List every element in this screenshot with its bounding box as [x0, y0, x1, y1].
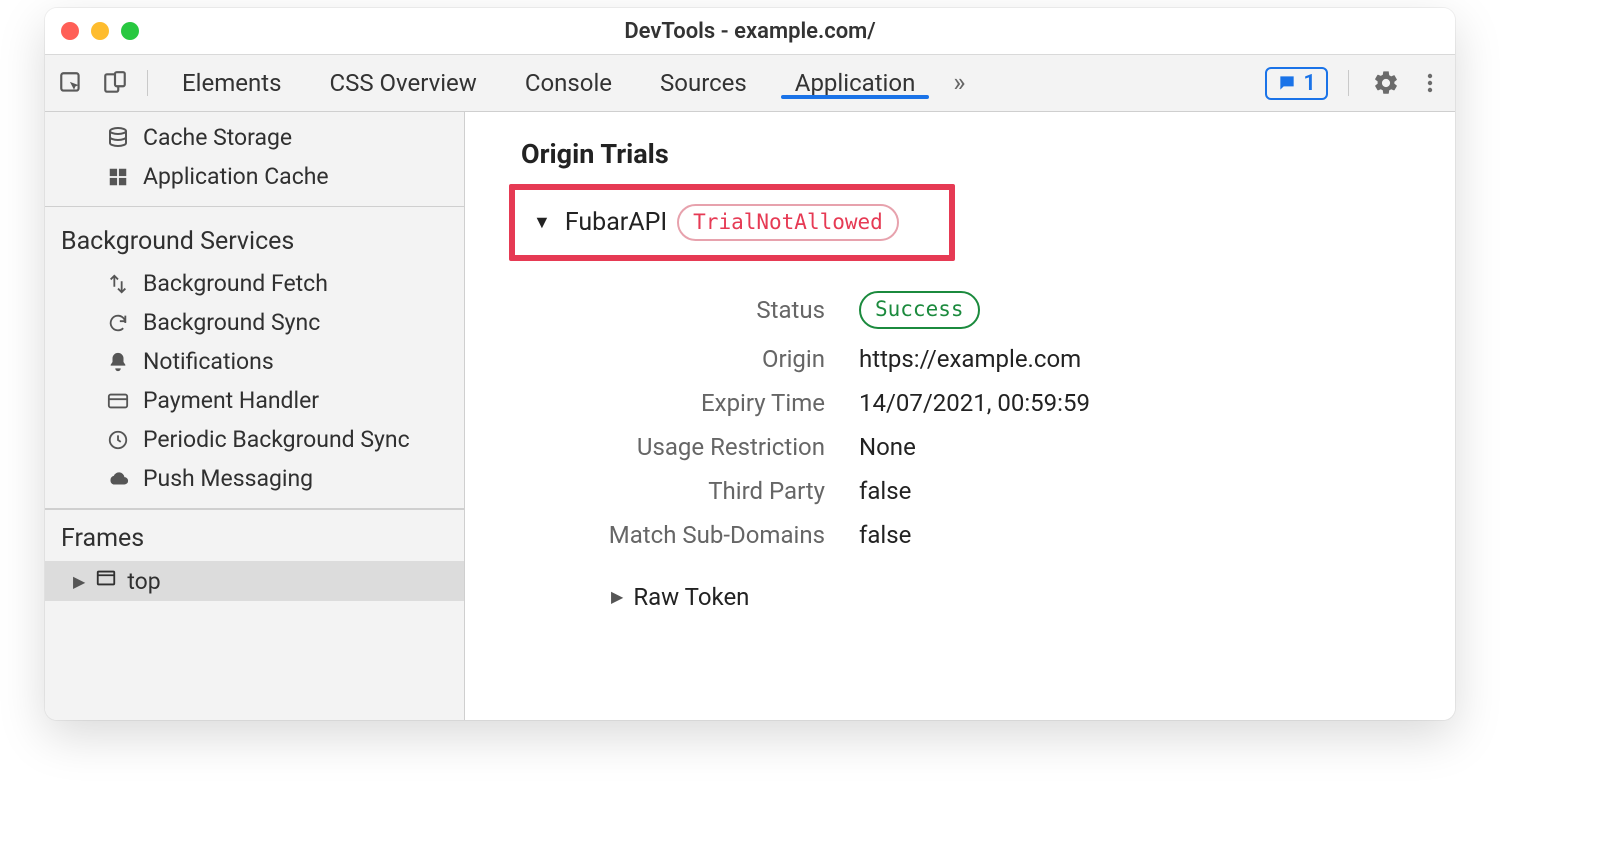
detail-value: 14/07/2021, 00:59:59: [859, 389, 1090, 417]
sidebar-item-label: Background Sync: [143, 309, 320, 336]
detail-value: https://example.com: [859, 345, 1081, 373]
transfer-icon: [105, 271, 131, 297]
issues-badge[interactable]: 1: [1265, 67, 1328, 100]
sidebar-bg-services-group: Background Services Background Fetch Bac…: [45, 207, 464, 509]
cloud-icon: [105, 466, 131, 492]
detail-row-subdomains: Match Sub-Domains false: [525, 521, 1425, 549]
application-main-panel: Origin Trials ▼ FubarAPI TrialNotAllowed…: [465, 112, 1455, 720]
sidebar-item-push-messaging[interactable]: Push Messaging: [45, 459, 464, 498]
window-title: DevTools - example.com/: [45, 19, 1455, 44]
panel-tabs: Elements CSS Overview Console Sources Ap…: [158, 68, 979, 98]
sidebar-item-label: Push Messaging: [143, 465, 313, 492]
raw-token-row[interactable]: ▶ Raw Token: [611, 583, 1425, 611]
detail-label: Third Party: [525, 477, 825, 505]
origin-trial-row[interactable]: ▼ FubarAPI TrialNotAllowed: [533, 204, 899, 241]
application-sidebar: Cache Storage Application Cache Backgrou…: [45, 112, 465, 720]
tab-elements[interactable]: Elements: [158, 68, 305, 98]
status-pill: Success: [859, 291, 980, 328]
detail-row-expiry: Expiry Time 14/07/2021, 00:59:59: [525, 389, 1425, 417]
sidebar-item-label: Payment Handler: [143, 387, 319, 414]
frame-label: top: [127, 568, 160, 595]
sync-icon: [105, 310, 131, 336]
detail-label: Origin: [525, 345, 825, 373]
origin-trial-name: FubarAPI: [565, 208, 667, 237]
detail-label: Match Sub-Domains: [525, 521, 825, 549]
devtools-toolbar: Elements CSS Overview Console Sources Ap…: [45, 54, 1455, 112]
detail-row-status: Status Success: [525, 291, 1425, 328]
detail-row-origin: Origin https://example.com: [525, 345, 1425, 373]
issues-count: 1: [1303, 71, 1316, 96]
annotation-highlight: ▼ FubarAPI TrialNotAllowed: [509, 184, 955, 261]
sidebar-item-periodic-sync[interactable]: Periodic Background Sync: [45, 420, 464, 459]
trial-status-badge: TrialNotAllowed: [677, 204, 899, 241]
sidebar-item-payment-handler[interactable]: Payment Handler: [45, 381, 464, 420]
gear-icon: [1372, 69, 1400, 97]
more-tabs-button[interactable]: »: [939, 68, 979, 98]
settings-button[interactable]: [1369, 66, 1403, 100]
clock-icon: [105, 427, 131, 453]
sidebar-item-cache-storage[interactable]: Cache Storage: [45, 118, 464, 157]
issues-icon: [1277, 73, 1297, 93]
detail-value: false: [859, 477, 911, 505]
detail-value: false: [859, 521, 911, 549]
sidebar-item-label: Cache Storage: [143, 124, 292, 151]
sidebar-item-background-fetch[interactable]: Background Fetch: [45, 264, 464, 303]
collapse-triangle-icon: ▼: [533, 212, 551, 233]
detail-label: Usage Restriction: [525, 433, 825, 461]
sidebar-frame-top[interactable]: ▶ top: [45, 561, 464, 601]
sidebar-item-label: Notifications: [143, 348, 274, 375]
detail-row-usage: Usage Restriction None: [525, 433, 1425, 461]
detail-label: Status: [525, 296, 825, 324]
window-controls: [61, 22, 139, 40]
sidebar-item-label: Background Fetch: [143, 270, 328, 297]
trial-details: Status Success Origin https://example.co…: [525, 291, 1425, 610]
bell-icon: [105, 349, 131, 375]
toolbar-divider: [147, 70, 148, 96]
sidebar-item-label: Application Cache: [143, 163, 329, 190]
tab-console[interactable]: Console: [501, 68, 636, 98]
sidebar-item-notifications[interactable]: Notifications: [45, 342, 464, 381]
tab-application[interactable]: Application: [771, 68, 940, 98]
sidebar-frames-title: Frames: [45, 510, 464, 561]
tab-sources[interactable]: Sources: [636, 68, 771, 98]
more-options-button[interactable]: [1413, 66, 1447, 100]
devtools-window: DevTools - example.com/ Elements CSS Ove…: [45, 8, 1455, 720]
toolbar-divider-right: [1348, 70, 1349, 96]
section-title-origin-trials: Origin Trials: [521, 138, 1425, 170]
expand-triangle-icon: ▶: [611, 587, 623, 606]
sidebar-item-label: Periodic Background Sync: [143, 426, 410, 453]
detail-row-thirdparty: Third Party false: [525, 477, 1425, 505]
tab-css-overview[interactable]: CSS Overview: [305, 68, 500, 98]
maximize-window-button[interactable]: [121, 22, 139, 40]
detail-value: None: [859, 433, 916, 461]
inspect-element-button[interactable]: [49, 63, 93, 103]
minimize-window-button[interactable]: [91, 22, 109, 40]
panel-body: Cache Storage Application Cache Backgrou…: [45, 112, 1455, 720]
sidebar-item-application-cache[interactable]: Application Cache: [45, 157, 464, 196]
database-icon: [105, 125, 131, 151]
raw-token-label: Raw Token: [633, 583, 749, 611]
window-titlebar: DevTools - example.com/: [45, 8, 1455, 54]
sidebar-cache-group: Cache Storage Application Cache: [45, 112, 464, 207]
sidebar-frames-group: Frames ▶ top: [45, 509, 464, 601]
expand-triangle-icon: ▶: [73, 572, 85, 591]
sidebar-item-background-sync[interactable]: Background Sync: [45, 303, 464, 342]
device-toolbar-button[interactable]: [93, 63, 137, 103]
detail-label: Expiry Time: [525, 389, 825, 417]
grid-icon: [105, 164, 131, 190]
card-icon: [105, 388, 131, 414]
sidebar-group-title: Background Services: [45, 213, 464, 264]
close-window-button[interactable]: [61, 22, 79, 40]
kebab-icon: [1418, 71, 1442, 95]
frame-icon: [95, 567, 117, 595]
